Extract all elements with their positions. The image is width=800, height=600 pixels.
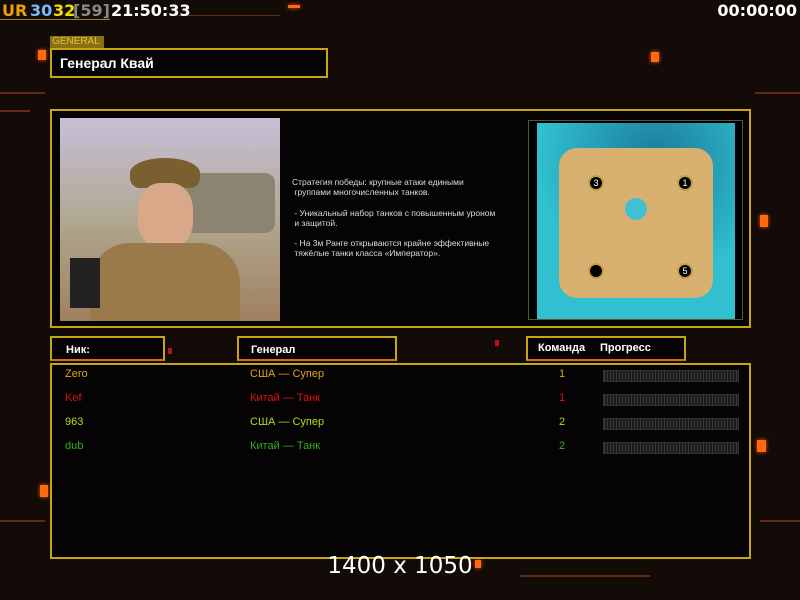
general-info-panel: Стратегия победы: крупные атаки едиными … (50, 109, 751, 328)
player-nick: Zero (65, 368, 88, 380)
general-description: Стратегия победы: крупные атаки едиными … (292, 177, 522, 259)
deco-light (40, 485, 48, 497)
ur-label: UR (2, 1, 28, 20)
player-nick: dub (65, 440, 84, 452)
stat-2: 32 (53, 1, 76, 20)
stat-1: 30 (30, 1, 53, 20)
header-general-label: Генерал (251, 344, 296, 356)
deco-light (760, 215, 768, 227)
game-timer: 00:00:00 (717, 1, 797, 20)
start-position-empty (588, 263, 604, 279)
desc-line: и защитой. (292, 217, 338, 228)
header-general[interactable]: Генерал (237, 336, 397, 361)
players-table: Zero США — Супер 1 Kef Китай — Танк 1 96… (50, 363, 751, 559)
resolution-label: 1400 x 1050 (327, 553, 473, 579)
progress-bar (603, 370, 739, 382)
header-nick-label: Ник: (66, 344, 90, 356)
player-team: 1 (559, 392, 566, 404)
deco-line (755, 92, 800, 94)
player-team: 2 (559, 416, 566, 428)
deco-line (0, 110, 30, 112)
deco-light (495, 340, 499, 346)
map-preview: 3 1 5 (528, 120, 743, 320)
desc-line: - Уникальный набор танков с повышенным у… (292, 207, 496, 218)
deco-light (651, 52, 659, 62)
desc-line: - На 3м Ранге открываются крайне эффекти… (292, 238, 490, 249)
deco-line (760, 520, 800, 522)
table-row[interactable]: Zero США — Супер 1 (52, 368, 752, 388)
player-general: США — Супер (250, 368, 325, 380)
deco-light (168, 348, 172, 354)
progress-bar (603, 442, 739, 454)
deco-light (38, 50, 46, 60)
header-team-progress[interactable]: Команда Прогресс (526, 336, 686, 361)
clock: 21:50:33 (111, 1, 191, 20)
start-position-5: 5 (677, 263, 693, 279)
general-name-box: Генерал Квай (50, 48, 328, 78)
player-nick: 963 (65, 416, 84, 428)
header-team-label: Команда (538, 342, 586, 354)
deco-line (0, 520, 45, 522)
desc-line: Стратегия победы: крупные атаки едиными (292, 177, 464, 187)
player-nick: Kef (65, 392, 82, 404)
start-position-3: 3 (588, 175, 604, 191)
header-nick[interactable]: Ник: (50, 336, 165, 361)
desc-line: группами многочисленных танков. (292, 187, 430, 198)
deco-line (0, 92, 45, 94)
table-row[interactable]: 963 США — Супер 2 (52, 416, 752, 436)
progress-bar (603, 418, 739, 430)
player-general: США — Супер (250, 416, 325, 428)
deco-light (757, 440, 766, 452)
section-label: GENERAL (50, 36, 104, 48)
player-team: 2 (559, 440, 566, 452)
start-position-1: 1 (677, 175, 693, 191)
player-team: 1 (559, 368, 566, 380)
desc-line: тяжёлые танки класса «Император». (292, 248, 441, 259)
table-row[interactable]: dub Китай — Танк 2 (52, 440, 752, 460)
general-name: Генерал Квай (60, 55, 154, 71)
player-general: Китай — Танк (250, 392, 321, 404)
stat-3: [59] (73, 1, 110, 20)
general-portrait (60, 118, 280, 321)
status-bar: UR 30 32 [59] 21:50:33 00:00:00 (0, 0, 800, 20)
header-progress-label: Прогресс (600, 342, 651, 354)
progress-bar (603, 394, 739, 406)
table-row[interactable]: Kef Китай — Танк 1 (52, 392, 752, 412)
player-general: Китай — Танк (250, 440, 321, 452)
